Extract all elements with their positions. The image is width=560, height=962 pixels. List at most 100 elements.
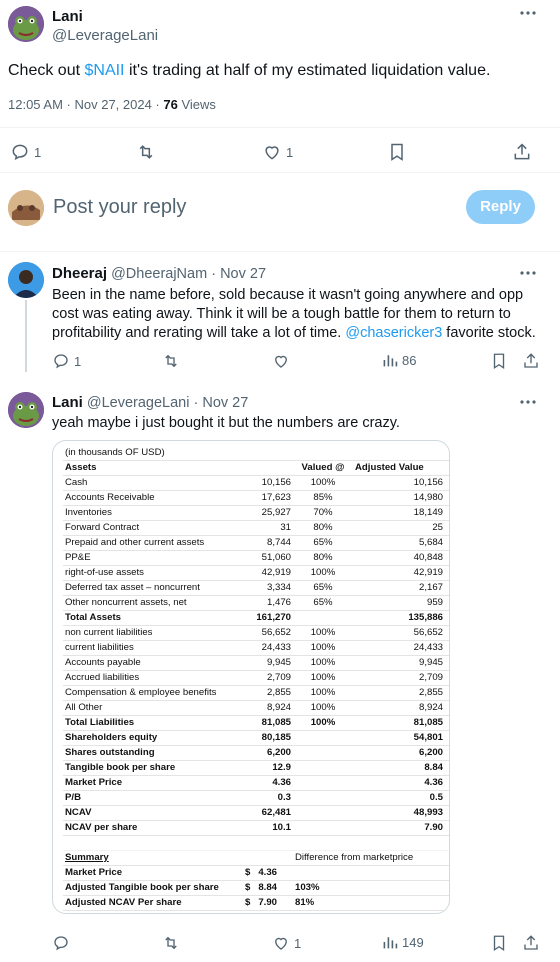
- reply2-author-handle[interactable]: @LeverageLani: [87, 395, 190, 411]
- author-name[interactable]: Lani: [52, 8, 83, 25]
- reply2-like-action[interactable]: 1: [272, 934, 301, 952]
- reply1-date[interactable]: · Nov 27: [211, 266, 266, 282]
- avatar-dheeraj[interactable]: [8, 262, 44, 298]
- row-adjusted-value: 6,200: [353, 745, 449, 761]
- reply2-bookmark-action[interactable]: [491, 934, 507, 952]
- row-valued-pct: 80%: [293, 550, 353, 566]
- row-valued-pct: 70%: [293, 505, 353, 521]
- row-adjusted-value: 9,945: [353, 655, 449, 671]
- profile-avatar-icon: [8, 190, 44, 226]
- more-options-icon[interactable]: [520, 399, 536, 405]
- reply2-views-action[interactable]: 149: [382, 934, 424, 950]
- spreadsheet-image[interactable]: (in thousands OF USD) Assets Valued @ Ad…: [52, 440, 450, 914]
- reply1-like-action[interactable]: [272, 352, 290, 370]
- reply-button[interactable]: Reply: [466, 190, 535, 224]
- repost-action[interactable]: [136, 142, 156, 162]
- post-text: Check out $NAII it's trading at half of …: [8, 61, 548, 81]
- row-adjusted-value: 4.36: [353, 775, 449, 791]
- summary-row-diff: 103%: [293, 880, 353, 896]
- row-valued-pct: [293, 805, 353, 821]
- row-adjusted-value: 7.90: [353, 820, 449, 836]
- reply2-author-name[interactable]: Lani: [52, 394, 83, 411]
- row-label: Prepaid and other current assets: [63, 535, 239, 551]
- row-adjusted-value: 48,993: [353, 805, 449, 821]
- row-adjusted-value: 42,919: [353, 565, 449, 581]
- table-row: PP&E 51,060 80% 40,848: [63, 550, 449, 566]
- analytics-icon: [383, 355, 398, 367]
- my-avatar[interactable]: [8, 190, 44, 226]
- row-value: 3,334: [239, 580, 293, 596]
- table-row: All Other 8,924 100% 8,924: [63, 700, 449, 716]
- valuation-table: (in thousands OF USD) Assets Valued @ Ad…: [63, 445, 449, 911]
- row-label: Other noncurrent assets, net: [63, 595, 239, 611]
- timestamp[interactable]: 12:05 AM · Nov 27, 2024 ·: [8, 97, 163, 112]
- reply1-repost-action[interactable]: [162, 352, 180, 370]
- row-label: Forward Contract: [63, 520, 239, 536]
- row-adjusted-value: 25: [353, 520, 449, 536]
- reply1-author-handle[interactable]: @DheerajNam: [111, 266, 207, 282]
- more-options-icon[interactable]: [520, 270, 536, 276]
- row-value: 42,919: [239, 565, 293, 581]
- row-valued-pct: 85%: [293, 490, 353, 506]
- more-options-icon[interactable]: [520, 10, 536, 16]
- row-valued-pct: [293, 820, 353, 836]
- bookmark-action[interactable]: [388, 142, 406, 162]
- row-valued-pct: [293, 760, 353, 776]
- post-meta: 12:05 AM · Nov 27, 2024 · 76 Views: [8, 97, 216, 112]
- row-adjusted-value: 8.84: [353, 760, 449, 776]
- mention-link[interactable]: @chasericker3: [345, 325, 442, 341]
- row-label: Shares outstanding: [63, 745, 239, 761]
- row-value: 0.3: [239, 790, 293, 806]
- cashtag-link[interactable]: $NAII: [84, 62, 124, 79]
- row-adjusted-value: 56,652: [353, 625, 449, 641]
- row-adjusted-value: 18,149: [353, 505, 449, 521]
- row-value: 80,185: [239, 730, 293, 746]
- share-action[interactable]: [512, 142, 532, 162]
- reply1-views-action[interactable]: 86: [382, 352, 416, 368]
- reply2-reply-action[interactable]: [52, 934, 70, 952]
- like-action[interactable]: 1: [262, 142, 293, 162]
- summary-row-value: $ 7.90: [239, 895, 293, 911]
- heart-icon: [265, 146, 279, 160]
- table-row: P/B 0.3 0.5: [63, 790, 449, 806]
- reply-action[interactable]: 1: [10, 142, 41, 162]
- row-label: Accrued liabilities: [63, 670, 239, 686]
- table-row: Shareholders equity 80,185 54,801: [63, 730, 449, 746]
- avatar-lani[interactable]: [8, 392, 44, 428]
- table-row: current liabilities 24,433 100% 24,433: [63, 640, 449, 656]
- reply2-date[interactable]: · Nov 27: [194, 395, 249, 411]
- reply1-bookmark-action[interactable]: [491, 352, 507, 370]
- reply1-share-action[interactable]: [522, 352, 540, 370]
- summary-header-row: Summary Difference from marketprice: [63, 850, 449, 866]
- reply2-text: yeah maybe i just bought it but the numb…: [52, 415, 400, 431]
- table-row: Accounts payable 9,945 100% 9,945: [63, 655, 449, 671]
- heart-icon: [275, 937, 287, 950]
- row-value: 10.1: [239, 820, 293, 836]
- frog-avatar-icon: [8, 6, 44, 42]
- analytics-icon: [383, 937, 398, 949]
- summary-diff-header: Difference from marketprice: [293, 850, 449, 866]
- summary-row-blank: [353, 895, 449, 911]
- reply1-author-name[interactable]: Dheeraj: [52, 265, 107, 282]
- row-adjusted-value: 40,848: [353, 550, 449, 566]
- row-valued-pct: [293, 745, 353, 761]
- row-valued-pct: [293, 775, 353, 791]
- row-adjusted-value: 135,886: [353, 610, 449, 626]
- reply-composer-input[interactable]: Post your reply: [53, 196, 186, 219]
- bookmark-icon: [493, 353, 505, 370]
- row-label: Total Assets: [63, 610, 239, 626]
- row-label: Compensation & employee benefits: [63, 685, 239, 701]
- reply1-reply-action[interactable]: 1: [52, 352, 81, 370]
- reply2-share-action[interactable]: [522, 934, 540, 952]
- table-row: Accrued liabilities 2,709 100% 2,709: [63, 670, 449, 686]
- row-adjusted-value: 2,167: [353, 580, 449, 596]
- row-valued-pct: 100%: [293, 685, 353, 701]
- divider: [0, 172, 560, 173]
- row-valued-pct: 65%: [293, 580, 353, 596]
- repost-icon: [165, 936, 177, 950]
- row-value: 24,433: [239, 640, 293, 656]
- row-label: Market Price: [63, 775, 239, 791]
- avatar-lani[interactable]: [8, 6, 44, 42]
- author-handle[interactable]: @LeverageLani: [52, 27, 158, 44]
- reply2-repost-action[interactable]: [162, 934, 180, 952]
